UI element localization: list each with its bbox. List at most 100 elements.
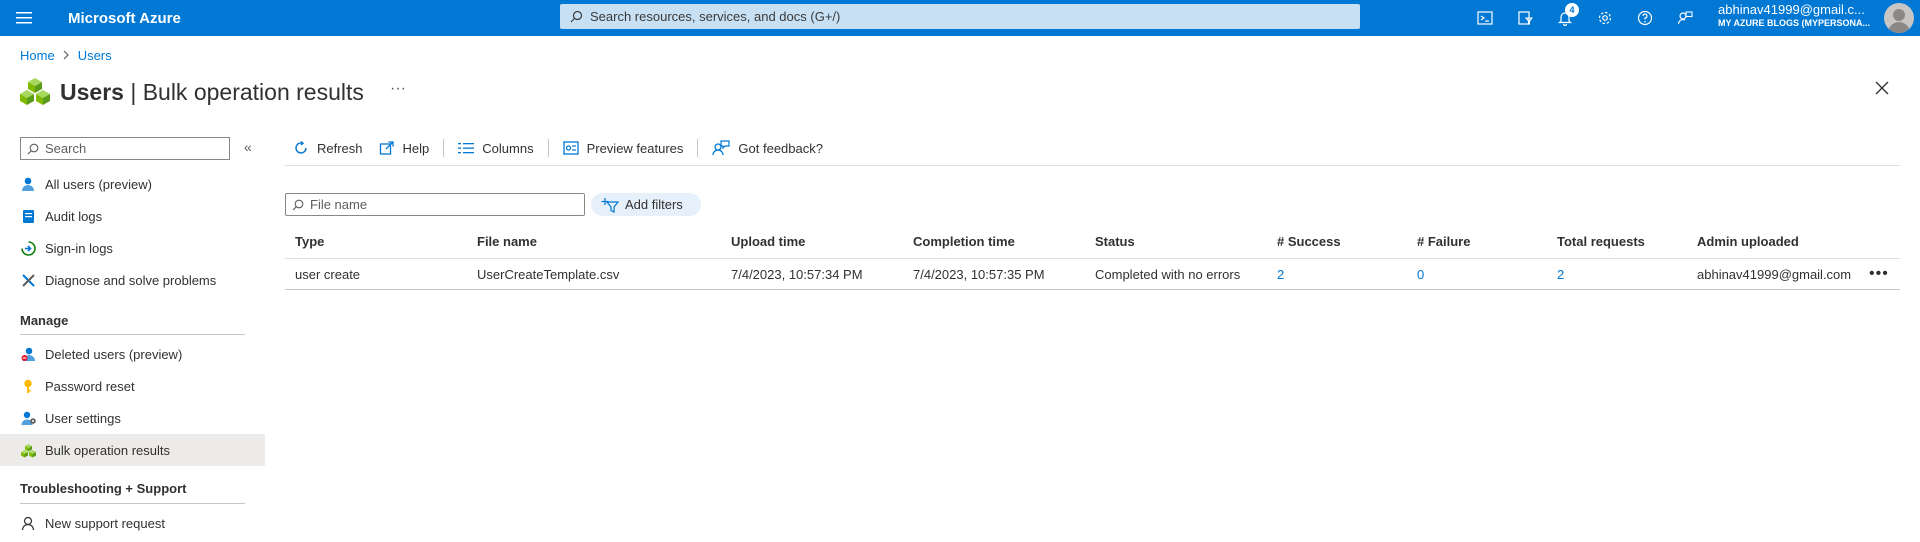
breadcrumb: Home Users bbox=[20, 48, 112, 63]
add-filters-button[interactable]: Add filters bbox=[591, 193, 701, 216]
sidebar-item-label: User settings bbox=[45, 410, 121, 426]
support-person-icon bbox=[20, 515, 36, 531]
sidebar-search-input[interactable]: Search bbox=[20, 137, 230, 160]
feedback-person-icon[interactable] bbox=[1665, 0, 1705, 36]
refresh-icon bbox=[295, 140, 307, 154]
table-header: Type File name Upload time Completion ti… bbox=[285, 225, 1900, 257]
toolbar-divider bbox=[443, 139, 445, 157]
deleted-user-icon bbox=[20, 346, 36, 362]
global-search-input[interactable]: Search resources, services, and docs (G+… bbox=[560, 4, 1360, 29]
cubes-icon bbox=[20, 442, 36, 458]
sidebar-item-label: Deleted users (preview) bbox=[45, 346, 183, 362]
external-link-icon bbox=[379, 141, 394, 155]
directory-filter-icon[interactable] bbox=[1505, 0, 1545, 36]
preview-features-button[interactable]: Preview features bbox=[555, 141, 692, 156]
account-menu[interactable]: abhinav41999@gmail.c... MY AZURE BLOGS (… bbox=[1718, 2, 1878, 28]
account-directory: MY AZURE BLOGS (MYPERSONA... bbox=[1718, 18, 1871, 28]
sidebar-item-all-users[interactable]: All users (preview) bbox=[0, 168, 265, 200]
file-name-search-input[interactable]: File name bbox=[285, 193, 585, 216]
notification-count-badge: 4 bbox=[1565, 3, 1579, 17]
breadcrumb-home[interactable]: Home bbox=[20, 48, 55, 63]
support-section-heading: Troubleshooting + Support bbox=[20, 481, 187, 496]
manage-section-heading: Manage bbox=[20, 313, 69, 328]
column-header-completion-time[interactable]: Completion time bbox=[913, 234, 1015, 249]
feedback-label: Got feedback? bbox=[738, 140, 823, 156]
support-divider bbox=[20, 503, 245, 504]
cell-type: user create bbox=[295, 266, 361, 282]
close-icon[interactable] bbox=[1874, 80, 1894, 100]
top-bar: Microsoft Azure Search resources, servic… bbox=[0, 0, 1920, 36]
sidebar-item-audit-logs[interactable]: Audit logs bbox=[0, 200, 265, 232]
sidebar-item-label: Password reset bbox=[45, 378, 135, 394]
brand-title[interactable]: Microsoft Azure bbox=[68, 10, 181, 27]
feedback-button[interactable]: Got feedback? bbox=[704, 140, 831, 156]
cell-total-link[interactable]: 2 bbox=[1557, 267, 1564, 282]
sidebar-item-sign-in-logs[interactable]: Sign-in logs bbox=[0, 232, 265, 264]
search-icon bbox=[292, 199, 304, 210]
column-header-success[interactable]: # Success bbox=[1277, 234, 1341, 249]
column-header-status[interactable]: Status bbox=[1095, 234, 1135, 249]
user-icon bbox=[20, 176, 36, 192]
page-title: Users | Bulk operation results bbox=[60, 79, 364, 106]
cell-failure-link[interactable]: 0 bbox=[1417, 267, 1424, 282]
search-icon bbox=[27, 143, 39, 154]
column-header-admin-uploaded[interactable]: Admin uploaded bbox=[1697, 234, 1799, 249]
sidebar-item-diagnose[interactable]: Diagnose and solve problems bbox=[0, 264, 265, 296]
toolbar-divider bbox=[547, 139, 549, 157]
preview-features-label: Preview features bbox=[586, 140, 684, 156]
sidebar-item-new-support-request[interactable]: New support request bbox=[0, 507, 265, 539]
refresh-label: Refresh bbox=[317, 140, 363, 156]
collapse-sidebar-icon[interactable]: « bbox=[244, 139, 252, 155]
cell-admin-uploaded: abhinav41999@gmail.com bbox=[1697, 266, 1852, 282]
avatar[interactable] bbox=[1884, 3, 1914, 33]
sidebar-item-deleted-users[interactable]: Deleted users (preview) bbox=[0, 338, 265, 370]
cell-file-name: UserCreateTemplate.csv bbox=[477, 266, 620, 282]
sidebar-item-label: Bulk operation results bbox=[45, 442, 171, 458]
notifications-bell-icon[interactable]: 4 bbox=[1545, 0, 1585, 36]
columns-icon bbox=[458, 143, 475, 154]
sign-in-icon bbox=[20, 240, 36, 256]
column-header-upload-time[interactable]: Upload time bbox=[731, 234, 805, 249]
sidebar-item-password-reset[interactable]: Password reset bbox=[0, 370, 265, 402]
cell-success-link[interactable]: 2 bbox=[1277, 267, 1284, 282]
wrench-icon bbox=[20, 272, 36, 288]
help-button[interactable]: Help bbox=[371, 140, 438, 156]
manage-divider bbox=[20, 334, 245, 335]
global-search-placeholder: Search resources, services, and docs (G+… bbox=[590, 9, 841, 24]
row-more-options-button[interactable]: ••• bbox=[1869, 265, 1889, 283]
sidebar-item-label: Sign-in logs bbox=[45, 240, 113, 256]
cell-completion-time: 7/4/2023, 10:57:35 PM bbox=[913, 266, 1045, 282]
columns-button[interactable]: Columns bbox=[450, 141, 541, 156]
column-header-file-name[interactable]: File name bbox=[477, 234, 537, 249]
help-question-icon[interactable] bbox=[1625, 0, 1665, 36]
help-label: Help bbox=[402, 140, 430, 156]
cell-status: Completed with no errors bbox=[1095, 266, 1241, 282]
column-header-total-requests[interactable]: Total requests bbox=[1557, 234, 1645, 249]
add-filters-label: Add filters bbox=[625, 197, 683, 212]
hamburger-menu-icon[interactable] bbox=[0, 0, 48, 36]
settings-gear-icon[interactable] bbox=[1585, 0, 1625, 36]
account-email: abhinav41999@gmail.c... bbox=[1718, 2, 1865, 17]
columns-label: Columns bbox=[482, 140, 534, 156]
users-cubes-icon bbox=[20, 78, 50, 105]
sidebar-search-placeholder: Search bbox=[45, 141, 87, 156]
cloud-shell-icon[interactable] bbox=[1465, 0, 1505, 36]
sidebar-item-label: All users (preview) bbox=[45, 176, 152, 192]
column-header-type[interactable]: Type bbox=[295, 234, 324, 249]
sidebar-item-bulk-operation-results[interactable]: Bulk operation results bbox=[0, 434, 265, 466]
feedback-person-icon bbox=[712, 140, 731, 156]
more-options-button[interactable]: ··· bbox=[390, 80, 406, 98]
refresh-button[interactable]: Refresh bbox=[285, 140, 371, 156]
command-toolbar: Refresh Help Columns Preview features Go… bbox=[285, 137, 831, 159]
add-filter-icon bbox=[601, 197, 619, 213]
search-icon bbox=[570, 10, 583, 23]
toolbar-divider bbox=[697, 139, 699, 157]
column-header-failure[interactable]: # Failure bbox=[1417, 234, 1470, 249]
toolbar-divider-line bbox=[285, 165, 1900, 166]
sidebar-item-label: New support request bbox=[45, 515, 165, 531]
page-header: Users | Bulk operation results bbox=[20, 76, 364, 108]
sidebar-item-user-settings[interactable]: User settings bbox=[0, 402, 265, 434]
table-row[interactable]: user create UserCreateTemplate.csv 7/4/2… bbox=[285, 258, 1900, 290]
breadcrumb-users[interactable]: Users bbox=[78, 48, 112, 63]
sidebar-item-label: Audit logs bbox=[45, 208, 103, 224]
